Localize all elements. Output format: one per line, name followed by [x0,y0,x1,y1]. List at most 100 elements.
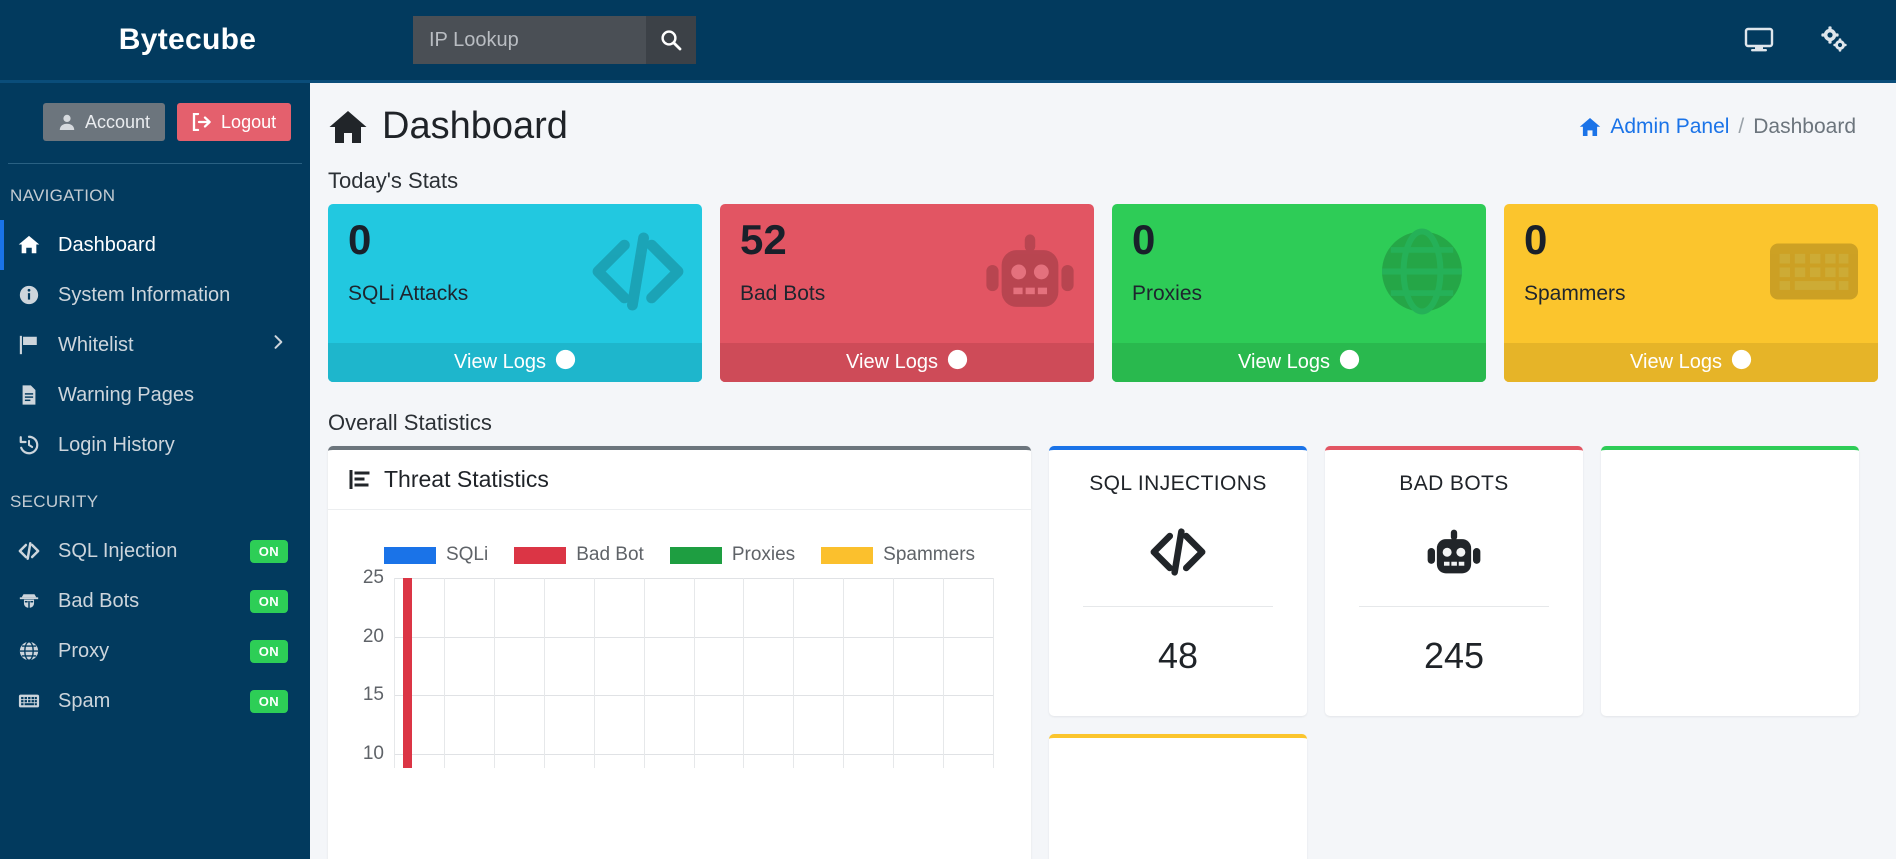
topbar-actions [1744,25,1896,55]
summary-stat-box[interactable] [1601,446,1859,716]
breadcrumb-separator: / [1738,114,1745,138]
overall-statistics-heading: Overall Statistics [328,410,492,435]
threat-statistics-chart[interactable]: SQLi Bad Bot Proxies Spammers 25 20 15 10 [328,510,1031,840]
search-input[interactable] [413,16,646,64]
sidebar-item-indicator [268,332,310,358]
threat-statistics-header: Threat Statistics [328,450,1031,510]
legend-item[interactable]: Spammers [821,544,975,566]
threat-statistics-title: Threat Statistics [384,466,549,492]
stat-card-proxies[interactable]: 0 Proxies View Logs [1112,204,1486,382]
breadcrumb-current: Dashboard [1753,114,1856,138]
sidebar-item-spam[interactable]: Spam ON [0,676,310,726]
brand-logo[interactable]: Bytecube [0,23,375,57]
sidebar-item-label: Dashboard [58,233,156,256]
sidebar-item-sql-injection[interactable]: SQL Injection ON [0,526,310,576]
chart-bar[interactable] [402,578,412,768]
sign-out-icon [192,113,211,131]
status-badge: ON [249,539,288,563]
sidebar-item-dashboard[interactable]: Dashboard [0,220,310,270]
legend-label: SQLi [445,544,489,565]
sidebar-item-label: System Information [58,283,231,306]
view-logs-button[interactable]: View Logs [328,343,702,382]
summary-stat-box[interactable]: SQL INJECTIONS 48 [1049,446,1307,716]
summary-stat-box[interactable] [1049,734,1307,859]
globe-icon [19,641,39,661]
chart-gridline [943,578,945,768]
code-icon [18,542,40,560]
robot-icon [982,223,1078,324]
history-icon [19,435,39,455]
robot-icon [1427,529,1481,574]
user-secret-icon [19,594,39,609]
desktop-icon-button[interactable] [1744,27,1774,53]
legend-item[interactable]: Proxies [669,544,796,566]
stat-card-spammers[interactable]: 0 Spammers View Logs [1504,204,1878,382]
sidebar-item-login-history[interactable]: Login History [0,420,310,470]
stat-card-bad-bots[interactable]: 52 Bad Bots View Logs [720,204,1094,382]
legend-item[interactable]: SQLi [383,544,489,566]
sidebar-item-bad-bots[interactable]: Bad Bots ON [0,576,310,626]
info-circle-icon [14,284,44,306]
keyboard-icon [14,690,44,712]
chart-gridline [793,578,795,768]
chevron-right-icon [274,335,283,349]
sidebar-item-indicator: ON [249,539,310,563]
sidebar-item-system-information[interactable]: System Information [0,270,310,320]
sidebar-item-label: Bad Bots [58,589,140,612]
sidebar-item-warning-pages[interactable]: Warning Pages [0,370,310,420]
stat-card-body: 0 Spammers [1504,204,1878,343]
chevron-right-icon [268,332,288,358]
stat-card-sqli-attacks[interactable]: 0 SQLi Attacks View Logs [328,204,702,382]
sidebar-item-label: Proxy [58,639,110,662]
view-logs-button[interactable]: View Logs [1112,343,1486,382]
account-button[interactable]: Account [43,103,166,141]
chart-y-tick-label: 20 [362,625,384,647]
view-logs-button[interactable]: View Logs [1504,343,1878,382]
sidebar-item-indicator: ON [249,639,310,663]
legend-swatch [821,546,874,564]
summary-stat-box[interactable]: BAD BOTS 245 [1325,446,1583,716]
chart-legend: SQLi Bad Bot Proxies Spammers [342,510,1017,578]
legend-label: Bad Bot [576,544,644,565]
legend-swatch [383,546,436,564]
logout-label: Logout [221,111,277,132]
globe-icon [1374,223,1470,324]
desktop-icon [1744,27,1774,52]
chart-y-tick-label: 15 [362,684,384,706]
keyboard-icon [1766,223,1862,324]
sidebar-section-heading: SECURITY [10,492,99,511]
robot-icon [986,233,1074,307]
search-button[interactable] [646,16,696,64]
info-circle-icon [19,285,39,305]
sidebar-item-whitelist[interactable]: Whitelist [0,320,310,370]
globe-icon [14,640,44,662]
breadcrumb: Admin Panel / Dashboard [1579,115,1856,139]
view-logs-button[interactable]: View Logs [720,343,1094,382]
home-icon [14,234,44,256]
page-title-text: Dashboard [382,105,568,147]
sidebar-user-actions: Account Logout [0,83,310,163]
settings-cogs-button[interactable] [1818,25,1850,55]
breadcrumb-root-link[interactable]: Admin Panel [1610,115,1729,139]
overall-statistics-row: Threat Statistics SQLi Bad Bot Proxies S… [310,446,1896,859]
logout-button[interactable]: Logout [177,103,292,141]
divider [1083,606,1273,607]
view-logs-label: View Logs [1238,351,1330,373]
chart-gridline [643,578,645,768]
arrow-circle-right-icon [947,349,968,370]
arrow-circle-right-icon [555,349,576,376]
history-icon [14,434,44,456]
summary-stat-boxes: SQL INJECTIONS 48 BAD BOTS 245 [1049,446,1878,859]
stat-cards-row: 0 SQLi Attacks View Logs 52 Bad Bots Vie… [310,204,1896,382]
sidebar-item-proxy[interactable]: Proxy ON [0,626,310,676]
divider [1359,606,1549,607]
stat-card-body: 0 SQLi Attacks [328,204,702,343]
chart-gridline [493,578,495,768]
chart-gridline [543,578,545,768]
legend-label: Proxies [731,544,796,565]
cogs-icon [1821,26,1847,52]
arrow-circle-right-icon [947,349,968,376]
stat-card-body: 52 Bad Bots [720,204,1094,343]
legend-item[interactable]: Bad Bot [514,544,644,566]
bar-chart-icon [349,469,370,489]
